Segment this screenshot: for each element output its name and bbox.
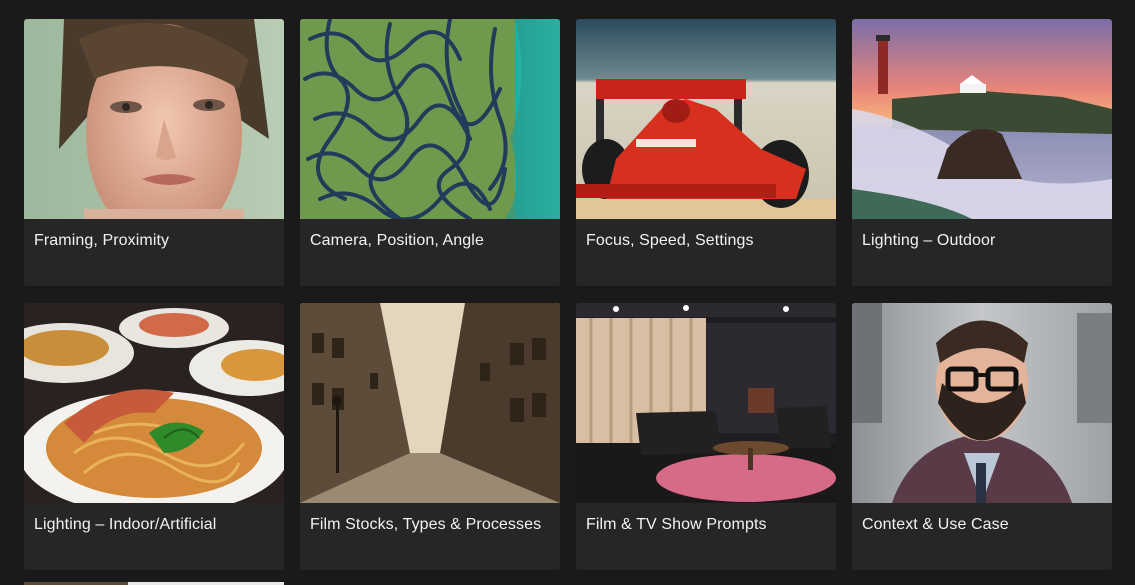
sepia-old-street-image — [300, 303, 560, 503]
category-title: Framing, Proximity — [34, 232, 170, 249]
category-card-context[interactable]: Context & Use Case — [852, 303, 1112, 570]
tv-studio-set-image — [576, 303, 836, 503]
category-title: Context & Use Case — [862, 516, 1009, 533]
category-card-film-tv[interactable]: Film & TV Show Prompts — [576, 303, 836, 570]
category-title: Film & TV Show Prompts — [586, 516, 767, 533]
bearded-man-glasses-image — [852, 303, 1112, 503]
aerial-coral-maze-image — [300, 19, 560, 219]
category-card-focus[interactable]: Focus, Speed, Settings — [576, 19, 836, 286]
pasta-dish-image — [24, 303, 284, 503]
category-title: Camera, Position, Angle — [310, 232, 484, 249]
category-card-lighting-indoor[interactable]: Lighting – Indoor/Artificial — [24, 303, 284, 570]
category-title: Lighting – Outdoor — [862, 232, 996, 249]
portrait-woman-closeup-image — [24, 19, 284, 219]
red-race-car-image — [576, 19, 836, 219]
category-card-film-stocks[interactable]: Film Stocks, Types & Processes — [300, 303, 560, 570]
category-title: Film Stocks, Types & Processes — [310, 516, 542, 533]
lighthouse-sunset-sea-image — [852, 19, 1112, 219]
category-title: Lighting – Indoor/Artificial — [34, 516, 217, 533]
category-card-camera[interactable]: Camera, Position, Angle — [300, 19, 560, 286]
category-grid: Framing, Proximity Camera, Position, Ang… — [24, 19, 1112, 570]
category-title: Focus, Speed, Settings — [586, 232, 754, 249]
category-card-framing[interactable]: Framing, Proximity — [24, 19, 284, 286]
category-card-lighting-outdoor[interactable]: Lighting – Outdoor — [852, 19, 1112, 286]
